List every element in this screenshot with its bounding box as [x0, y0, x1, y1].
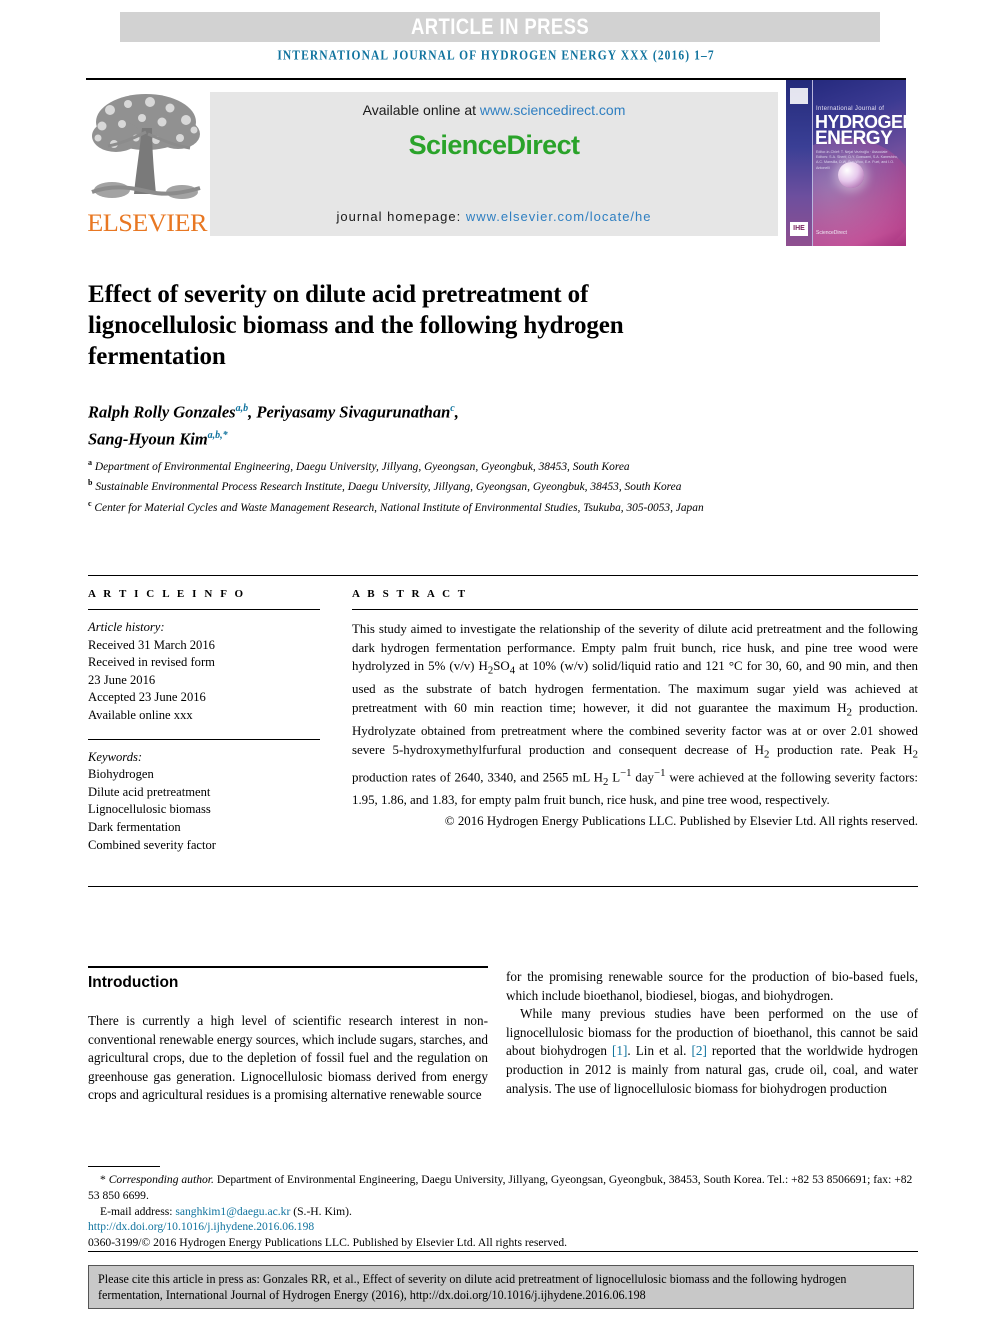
journal-homepage-prefix: journal homepage: [336, 209, 466, 224]
body-column-right: for the promising renewable source for t… [506, 968, 918, 1098]
abstract-copyright: © 2016 Hydrogen Energy Publications LLC.… [444, 813, 918, 828]
section-divider-bottom [88, 886, 918, 887]
cover-title-line-3: ENERGY [815, 128, 893, 149]
keywords-block: Keywords: Biohydrogen Dilute acid pretre… [88, 749, 320, 855]
abstract-heading: A B S T R A C T [352, 588, 468, 600]
affiliation-mark: a [88, 458, 92, 467]
affiliation-text: Sustainable Environmental Process Resear… [95, 481, 682, 494]
keywords-rule [88, 738, 320, 740]
article-history-label: Article history: [88, 620, 165, 634]
article-info-heading: A R T I C L E I N F O [88, 588, 246, 600]
author-affiliation-mark: a,b [235, 403, 249, 414]
available-online-prefix: Available online at [362, 102, 480, 118]
elsevier-logo: ELSEVIER [87, 88, 207, 240]
author-name[interactable]: Periyasamy Sivagurunathan [256, 403, 450, 422]
article-in-press-banner: ARTICLE IN PRESS [120, 12, 880, 42]
journal-cover-image: International Journal of HYDROGEN ENERGY… [786, 80, 906, 246]
cover-ihe-mark-icon: IHE [790, 222, 808, 236]
email-label: E-mail address: [100, 1204, 176, 1218]
doi-link[interactable]: http://dx.doi.org/10.1016/j.ijhydene.201… [88, 1219, 918, 1235]
introduction-paragraph: There is currently a high level of scien… [88, 1013, 489, 1103]
journal-homepage-link[interactable]: www.elsevier.com/locate/he [466, 209, 652, 224]
corresponding-author-note: * Corresponding author. Department of En… [88, 1173, 913, 1202]
keyword-item: Combined severity factor [88, 837, 216, 852]
affiliation-mark: c [88, 498, 92, 508]
affiliation-list: a Department of Environmental Engineerin… [88, 455, 918, 516]
keyword-item: Dilute acid pretreatment [88, 784, 211, 799]
author-name[interactable]: Ralph Rolly Gonzales [88, 403, 236, 422]
article-info-column: A R T I C L E I N F O Article history: R… [88, 588, 320, 854]
journal-homepage-line: journal homepage: www.elsevier.com/locat… [210, 209, 778, 224]
author-affiliation-mark: a,b,* [207, 429, 228, 441]
footnote-block: * Corresponding author. Department of En… [88, 1172, 918, 1251]
article-info-rule [88, 609, 320, 610]
introduction-paragraph: for the promising renewable source for t… [506, 969, 918, 1003]
keyword-item: Lignocellulosic biomass [88, 802, 211, 817]
citation-box: Please cite this article in press as: Go… [88, 1265, 914, 1309]
corresponding-author-label: Corresponding author. [108, 1173, 214, 1186]
page-title: Effect of severity on dilute acid pretre… [88, 280, 624, 370]
introduction-heading: Introduction [88, 974, 179, 991]
masthead: ELSEVIER Available online at www.science… [86, 78, 906, 248]
article-history-item: Received in revised form [88, 655, 215, 670]
cover-sciencedirect-mark: ScienceDirect [816, 230, 847, 236]
footnote-rule [88, 1166, 160, 1167]
abstract-rule [352, 609, 918, 610]
email-suffix: (S.-H. Kim). [290, 1204, 352, 1218]
affiliation-item: c Center for Material Cycles and Waste M… [88, 496, 918, 516]
keyword-item: Dark fermentation [88, 819, 181, 834]
article-history-block: Article history: Received 31 March 2016 … [88, 619, 320, 725]
available-online-line: Available online at www.sciencedirect.co… [210, 102, 778, 118]
page-bottom-rule [88, 1251, 918, 1252]
section-divider-top [88, 575, 918, 576]
email-link[interactable]: sanghkim1@daegu.ac.kr [175, 1205, 290, 1218]
affiliation-text: Department of Environmental Engineering,… [94, 460, 630, 473]
sciencedirect-box: Available online at www.sciencedirect.co… [210, 92, 778, 236]
article-history-item: Accepted 23 June 2016 [88, 690, 206, 705]
article-history-item: 23 June 2016 [88, 672, 156, 687]
article-in-press-label: ARTICLE IN PRESS [410, 14, 590, 39]
sciencedirect-logo: ScienceDirect [408, 130, 580, 160]
affiliation-item: a Department of Environmental Engineerin… [88, 455, 918, 475]
issn-copyright-line: 0360-3199/© 2016 Hydrogen Energy Publica… [88, 1236, 568, 1250]
body-column-left: There is currently a high level of scien… [88, 1012, 488, 1105]
affiliation-mark: b [88, 478, 93, 488]
cover-elsevier-mark-icon [790, 88, 808, 104]
author-separator: , [454, 402, 459, 422]
elsevier-tree-icon [90, 88, 202, 210]
affiliation-item: b Sustainable Environmental Process Rese… [88, 475, 918, 495]
cover-editors: Editor-in-Chief: T. Nejat Veziroğlu · As… [816, 150, 898, 170]
abstract-column: A B S T R A C T This study aimed to inve… [352, 588, 918, 831]
keywords-label: Keywords: [88, 749, 143, 764]
article-history-item: Received 31 March 2016 [88, 637, 215, 652]
affiliation-text: Center for Material Cycles and Waste Man… [94, 501, 704, 514]
journal-running-head: INTERNATIONAL JOURNAL OF HYDROGEN ENERGY… [277, 48, 715, 64]
keyword-item: Biohydrogen [88, 767, 154, 782]
author-list: Ralph Rolly Gonzalesa,b, Periyasamy Siva… [88, 397, 788, 450]
elsevier-wordmark: ELSEVIER [87, 210, 207, 237]
introduction-paragraph: While many previous studies have been pe… [506, 1006, 918, 1096]
article-history-item: Available online xxx [88, 707, 193, 722]
sciencedirect-link[interactable]: www.sciencedirect.com [480, 102, 626, 118]
introduction-rule [88, 966, 488, 968]
abstract-body: This study aimed to investigate the rela… [352, 622, 919, 808]
email-note: E-mail address: sanghkim1@daegu.ac.kr (S… [88, 1204, 918, 1220]
author-name[interactable]: Sang-Hyoun Kim [88, 429, 208, 448]
